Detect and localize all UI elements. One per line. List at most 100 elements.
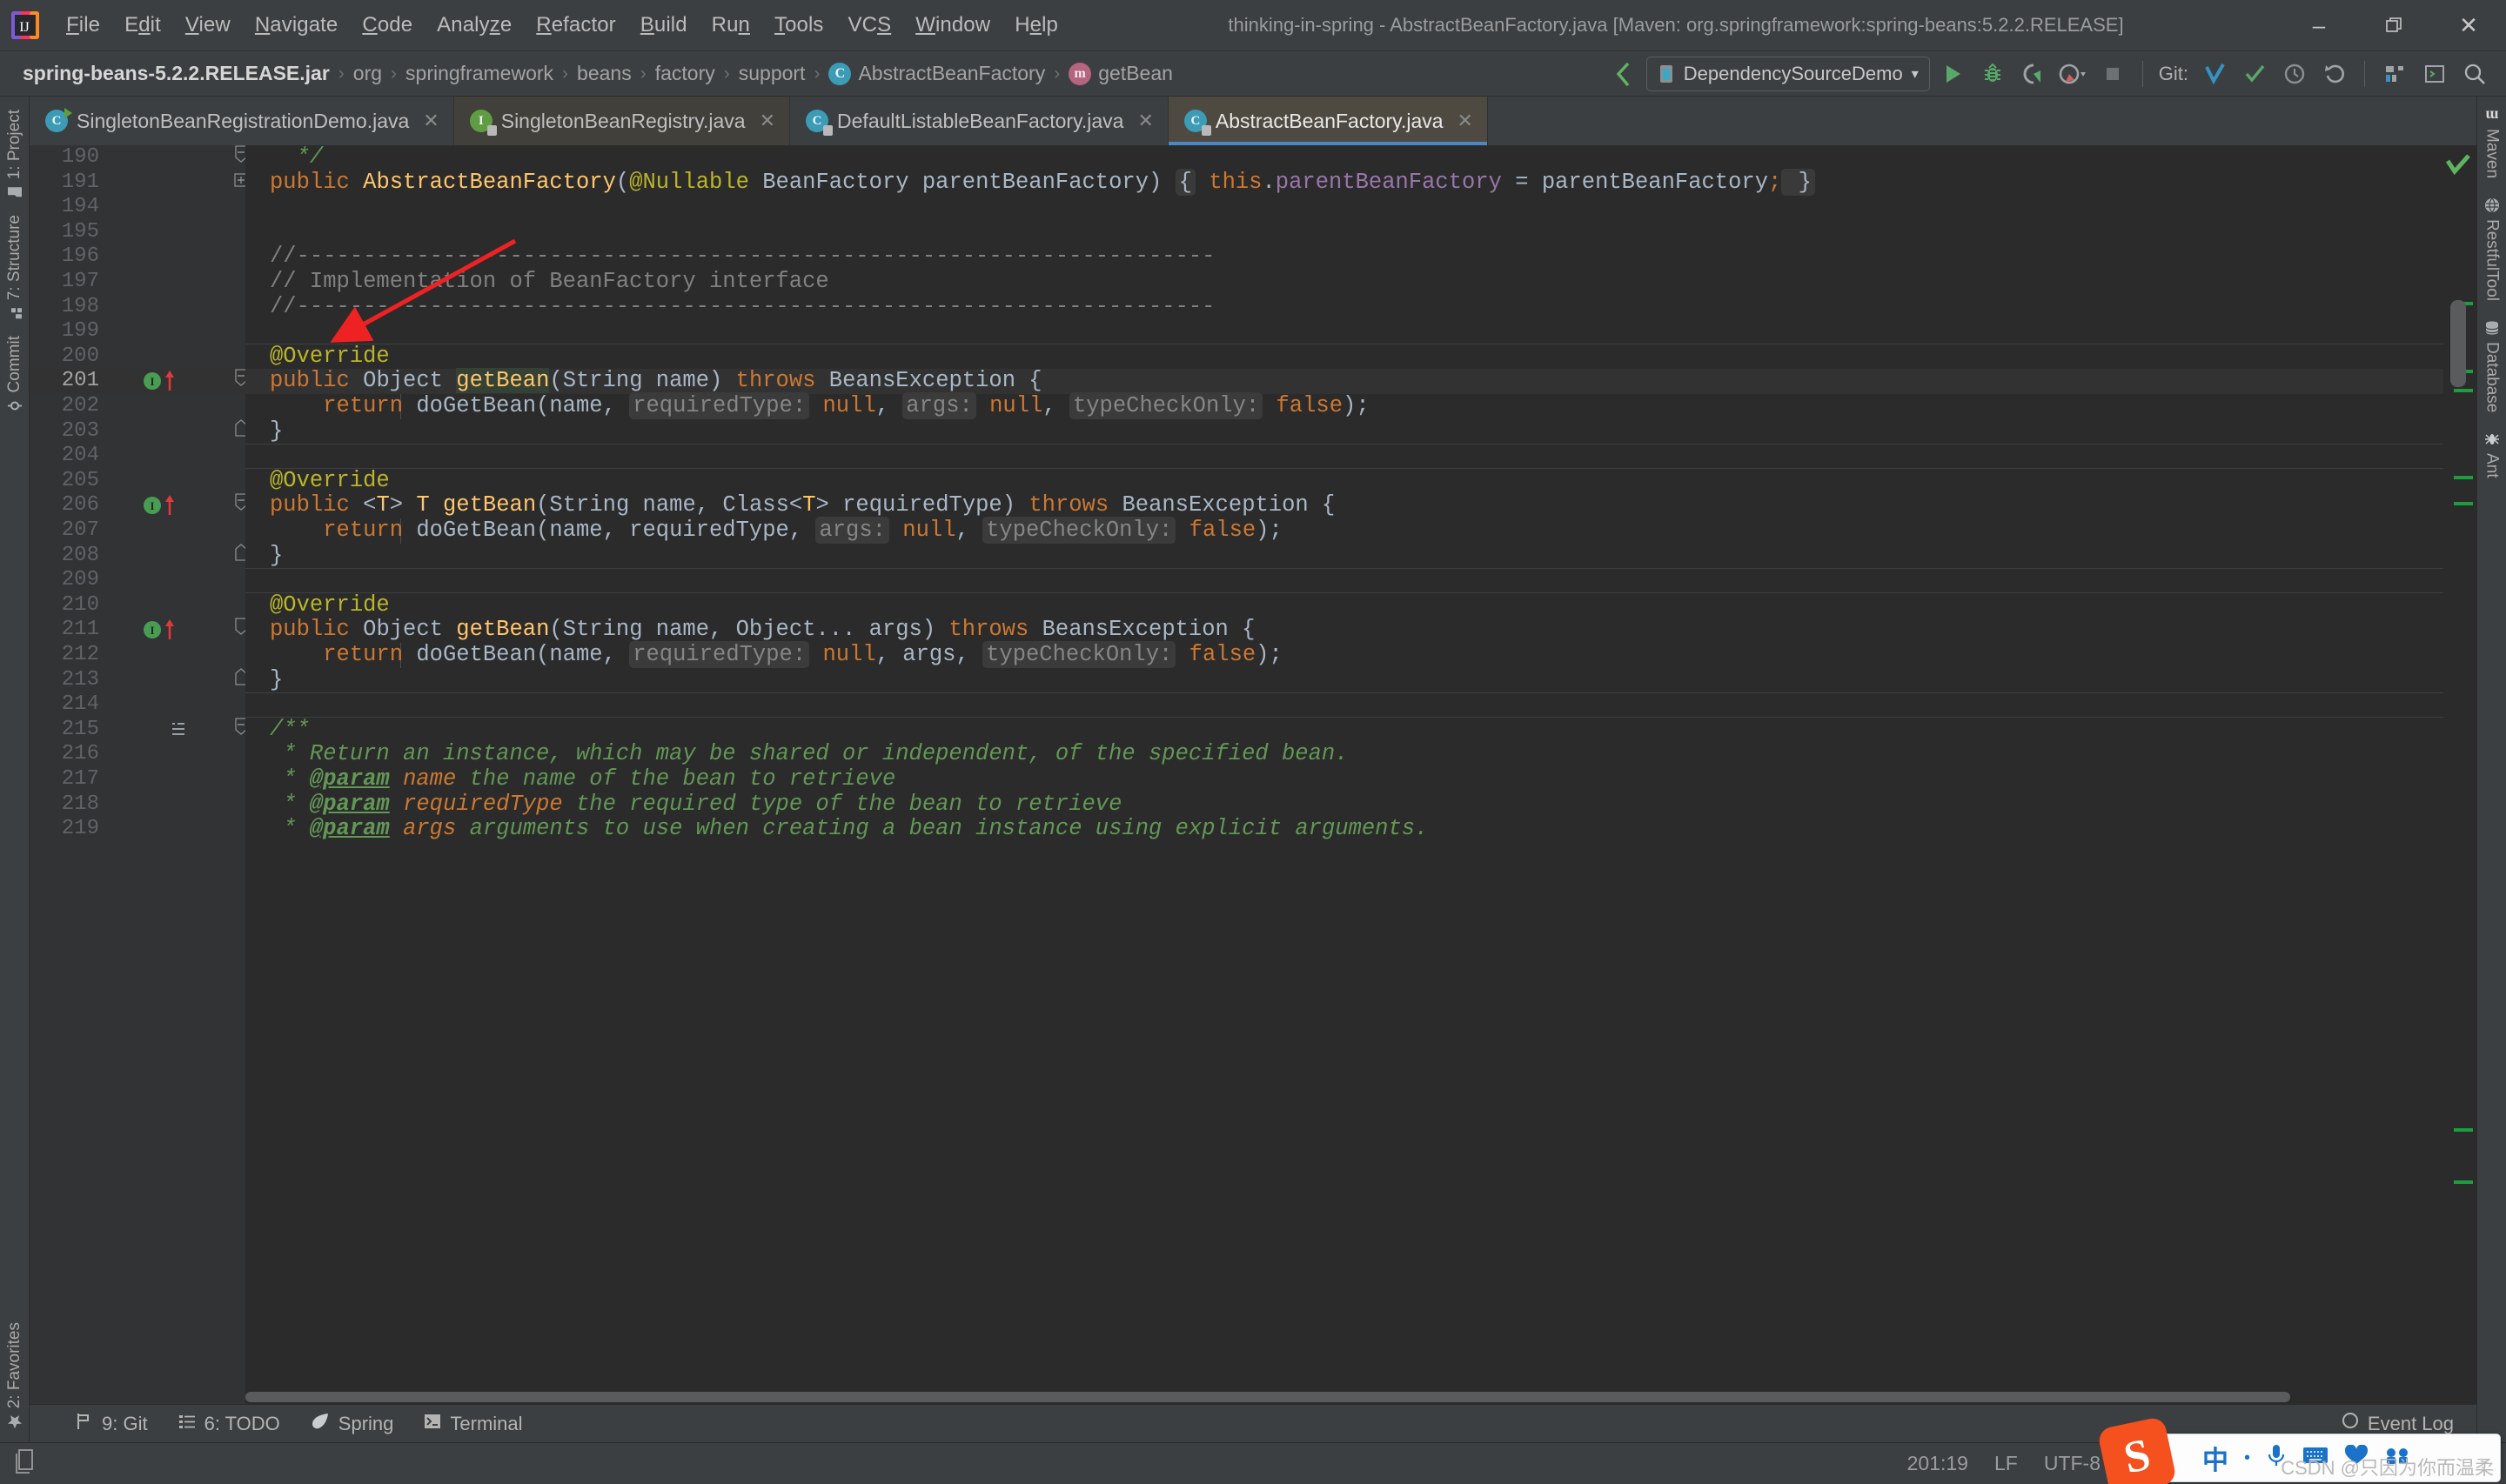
git-update-project-icon[interactable] <box>2197 57 2232 91</box>
code-editor[interactable]: 190 191 194 195 196 197 198 199 200 201 … <box>30 145 2476 1404</box>
bottom-label-git: 9: Git <box>102 1412 148 1434</box>
editor-tab-singleton-bean-registry[interactable]: I SingletonBeanRegistry.java ✕ <box>453 97 791 145</box>
git-history-icon[interactable] <box>2277 57 2312 91</box>
debug-button[interactable] <box>1975 57 2010 91</box>
run-config-label: DependencySourceDemo <box>1683 62 1903 84</box>
editor-tab-abstract-bean-factory[interactable]: C AbstractBeanFactory.java ✕ <box>1168 97 1488 145</box>
tab-close-icon[interactable]: ✕ <box>1137 110 1153 132</box>
breadcrumb: spring-beans-5.2.2.RELEASE.jar › org › s… <box>0 60 1180 87</box>
run-configuration-selector[interactable]: DependencySourceDemo ▾ <box>1645 56 1930 91</box>
line-number: 204 <box>61 444 99 468</box>
sidebar-item-favorites[interactable]: 2: Favorites <box>2 1314 28 1437</box>
git-commit-icon[interactable] <box>2237 57 2272 91</box>
menu-edit[interactable]: Edit <box>112 10 173 41</box>
horizontal-scroll-thumb[interactable] <box>245 1392 2290 1402</box>
breadcrumb-item-support[interactable]: support <box>732 60 813 87</box>
line-separator[interactable]: LF <box>1994 1452 2018 1475</box>
horizontal-scrollbar[interactable] <box>245 1392 2443 1404</box>
breadcrumb-item-method[interactable]: m getBean <box>1062 60 1180 87</box>
bottom-item-todo[interactable]: 6: TODO <box>178 1412 280 1436</box>
change-marker <box>2454 502 2473 505</box>
breadcrumb-item-factory[interactable]: factory <box>648 60 722 87</box>
menu-vcs[interactable]: VCS <box>836 10 904 41</box>
sidebar-item-database[interactable]: Database <box>2479 312 2505 420</box>
menu-refactor[interactable]: Refactor <box>524 10 628 41</box>
run-button[interactable] <box>1935 57 1970 91</box>
close-button[interactable]: ✕ <box>2431 0 2506 50</box>
tab-close-icon[interactable]: ✕ <box>1457 110 1473 132</box>
inspection-ok-icon[interactable] <box>2445 154 2471 183</box>
editor-column: C SingletonBeanRegistrationDemo.java ✕ I… <box>30 97 2476 1442</box>
tab-close-icon[interactable]: ✕ <box>760 110 775 132</box>
breadcrumb-method-label: getBean <box>1098 62 1173 84</box>
breadcrumb-item-beans[interactable]: beans <box>570 60 639 87</box>
event-log-button[interactable]: Event Log <box>2341 1412 2454 1436</box>
navigation-bar: spring-beans-5.2.2.RELEASE.jar › org › s… <box>0 51 2506 97</box>
breadcrumb-item-org[interactable]: org <box>346 60 389 87</box>
search-everywhere-icon[interactable] <box>2457 57 2492 91</box>
window-controls: – ✕ <box>2282 0 2506 50</box>
bottom-item-git[interactable]: 9: Git <box>75 1412 148 1436</box>
line-number: 191 <box>61 170 99 194</box>
menu-analyze[interactable]: Analyze <box>425 10 524 41</box>
ime-dot-icon[interactable]: • <box>2244 1448 2250 1468</box>
breadcrumb-separator-icon: › <box>338 63 345 84</box>
menu-run[interactable]: Run <box>700 10 762 41</box>
bottom-label-spring: Spring <box>338 1412 394 1434</box>
menu-window[interactable]: Window <box>903 10 1002 41</box>
tab-close-icon[interactable]: ✕ <box>423 110 439 132</box>
caret-position[interactable]: 201:19 <box>1907 1452 1968 1475</box>
run-with-coverage-button[interactable] <box>2015 57 2050 91</box>
menu-bar: File Edit View Navigate Code Analyze Ref… <box>54 10 1070 41</box>
menu-navigate[interactable]: Navigate <box>243 10 351 41</box>
java-interface-locked-icon: I <box>469 110 497 136</box>
svg-text:I: I <box>150 375 154 388</box>
sidebar-item-ant[interactable]: Ant <box>2479 424 2505 486</box>
git-rollback-icon[interactable] <box>2317 57 2352 91</box>
tab-label: SingletonBeanRegistrationDemo.java <box>77 109 410 132</box>
vertical-scroll-thumb[interactable] <box>2450 300 2466 387</box>
editor-tab-singleton-bean-registration-demo[interactable]: C SingletonBeanRegistrationDemo.java ✕ <box>30 97 454 145</box>
line-number: 209 <box>61 568 99 592</box>
right-tool-stripe: m Maven RestfulTool Database Ant <box>2476 97 2506 1442</box>
maximize-button[interactable] <box>2356 0 2431 50</box>
file-copy-icon[interactable] <box>14 1448 37 1479</box>
bottom-item-terminal[interactable]: Terminal <box>423 1412 523 1436</box>
menu-build[interactable]: Build <box>628 10 700 41</box>
structure-button[interactable] <box>2377 57 2412 91</box>
gutter-implements-icon[interactable]: I <box>143 369 195 394</box>
breadcrumb-class-label: AbstractBeanFactory <box>858 62 1046 84</box>
breadcrumb-item-class[interactable]: C AbstractBeanFactory <box>821 60 1052 87</box>
breadcrumb-item-jar[interactable]: spring-beans-5.2.2.RELEASE.jar <box>16 60 337 87</box>
menu-tools[interactable]: Tools <box>762 10 836 41</box>
breadcrumb-separator-icon: › <box>562 63 569 84</box>
menu-code[interactable]: Code <box>350 10 425 41</box>
sidebar-item-maven[interactable]: m Maven <box>2479 102 2505 186</box>
navigate-back-icon[interactable] <box>1606 57 1641 91</box>
file-encoding[interactable]: UTF-8 <box>2044 1452 2101 1475</box>
stop-button[interactable] <box>2095 57 2130 91</box>
line-number: 210 <box>61 592 99 617</box>
menu-view[interactable]: View <box>173 10 243 41</box>
menu-help[interactable]: Help <box>1002 10 1070 41</box>
editor-marker-stripe[interactable] <box>2443 145 2476 1404</box>
editor-gutter[interactable]: 190 191 194 195 196 197 198 199 200 201 … <box>30 145 248 1404</box>
gutter-doc-icon[interactable] <box>169 718 221 743</box>
sidebar-label-maven: Maven <box>2483 129 2502 179</box>
gutter-implements-icon[interactable]: I <box>143 618 195 643</box>
bottom-item-spring[interactable]: Spring <box>310 1412 394 1436</box>
ime-mode-toggle[interactable]: 中 <box>2202 1439 2228 1477</box>
sidebar-item-restfultool[interactable]: RestfulTool <box>2479 190 2505 309</box>
code-text-area[interactable]: */ public AbstractBeanFactory(@Nullable … <box>245 145 2443 1404</box>
minimize-button[interactable]: – <box>2282 0 2356 50</box>
editor-tab-default-listable-bean-factory[interactable]: C DefaultListableBeanFactory.java ✕ <box>790 97 1169 145</box>
breadcrumb-item-springframework[interactable]: springframework <box>399 60 560 87</box>
terminal-icon <box>423 1412 442 1436</box>
bottom-label-todo: 6: TODO <box>204 1412 280 1434</box>
profiler-button[interactable] <box>2055 57 2090 91</box>
menu-file[interactable]: File <box>54 10 112 41</box>
gutter-implements-icon[interactable]: I <box>143 493 195 518</box>
globe-icon <box>2484 197 2500 213</box>
line-number: 197 <box>61 270 99 293</box>
terminal-button[interactable] <box>2417 57 2452 91</box>
